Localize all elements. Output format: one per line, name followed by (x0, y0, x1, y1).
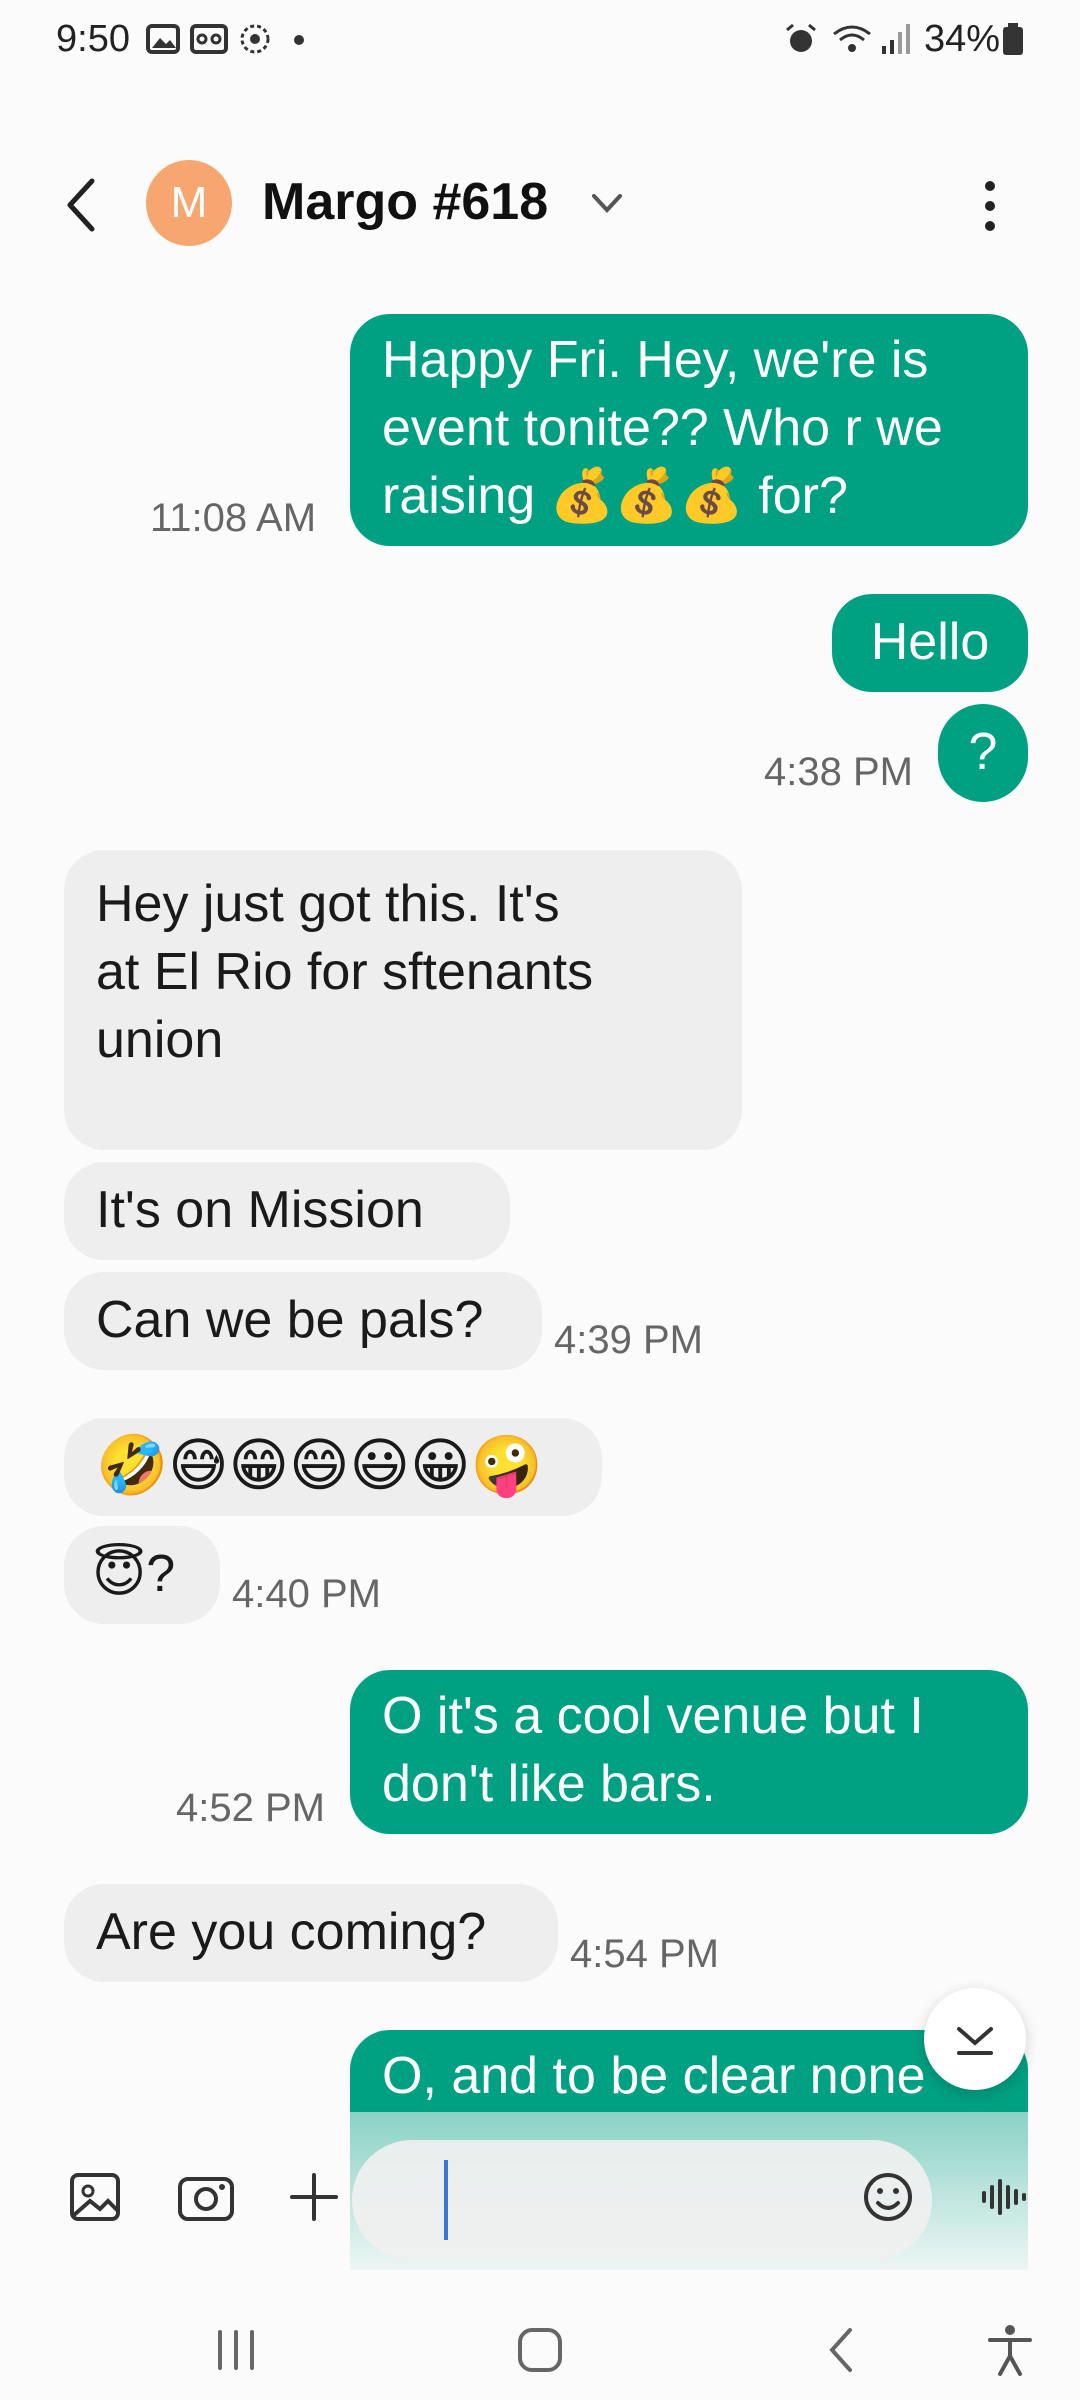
message-timestamp: 4:38 PM (764, 750, 913, 794)
message-text: ? (968, 723, 998, 781)
nav-back-button[interactable] (812, 2320, 872, 2380)
message-text: union (96, 1011, 224, 1069)
settings-notification-icon (240, 24, 270, 54)
message-text: Hey just got this. It's (96, 875, 560, 933)
accessibility-icon[interactable] (980, 2320, 1040, 2380)
voice-record-button[interactable] (972, 2165, 1036, 2229)
message-text: raising 💰💰💰 for? (382, 467, 848, 525)
message-bubble-outgoing[interactable]: Hello (832, 594, 1028, 692)
text-caret (444, 2160, 448, 2240)
message-text: Can we be pals? (96, 1291, 484, 1349)
message-text: O it's a cool venue but I (382, 1687, 924, 1745)
home-button[interactable] (510, 2320, 570, 2380)
message-bubble-incoming[interactable]: Are you coming? (64, 1884, 558, 1982)
scroll-down-icon (957, 2027, 993, 2055)
message-bubble-outgoing[interactable]: O it's a cool venue but I don't like bar… (350, 1670, 1028, 1834)
add-attachment-button[interactable] (282, 2165, 346, 2229)
message-text: It's on Mission (96, 1181, 424, 1239)
more-options-button[interactable] (970, 178, 1010, 234)
message-text: don't like bars. (382, 1755, 716, 1813)
status-time: 9:50 (56, 18, 130, 60)
compose-bar (0, 2140, 1080, 2260)
message-text: Happy Fri. Hey, we're is (382, 331, 929, 389)
message-bubble-incoming[interactable]: Hey just got this. It's at El Rio for sf… (64, 850, 742, 1150)
message-bubble-incoming[interactable]: 😇? (64, 1526, 220, 1624)
chevron-down-icon[interactable] (590, 188, 624, 218)
message-bubble-incoming[interactable]: It's on Mission (64, 1162, 510, 1260)
message-timestamp: 11:08 AM (150, 496, 317, 540)
alarm-icon (786, 23, 816, 52)
avatar[interactable]: M (146, 160, 232, 246)
message-bubble-incoming[interactable]: 🤣😅😁😄😃😀🤪 (64, 1418, 602, 1516)
message-text: at El Rio for sftenants (96, 943, 594, 1001)
dot-notification-icon (294, 35, 304, 45)
battery-icon (1003, 23, 1023, 55)
message-timestamp: 4:40 PM (232, 1572, 381, 1616)
status-bar: 9:50 34% (0, 0, 1080, 80)
emoji-button[interactable] (856, 2165, 920, 2229)
scroll-to-bottom-button[interactable] (924, 1988, 1026, 2090)
back-button[interactable] (58, 175, 108, 235)
message-timestamp: 4:52 PM (176, 1786, 325, 1830)
message-text: O, and to be clear none (382, 2047, 926, 2105)
message-text: 😇? (92, 1545, 176, 1603)
message-timestamp: 4:39 PM (554, 1318, 703, 1362)
message-bubble-outgoing[interactable]: ? (938, 704, 1028, 802)
message-input[interactable] (352, 2140, 932, 2260)
message-text: Are you coming? (96, 1903, 487, 1961)
message-timestamp: 4:54 PM (570, 1932, 719, 1976)
message-text: event tonite?? Who r we (382, 399, 943, 457)
recent-apps-button[interactable] (206, 2320, 266, 2380)
message-bubble-incoming[interactable]: Can we be pals? (64, 1272, 542, 1370)
camera-button[interactable] (174, 2165, 238, 2229)
conversation-header: M Margo #618 (0, 150, 1080, 260)
gallery-notification-icon (146, 24, 180, 54)
wifi-icon (833, 25, 871, 52)
signal-icon (882, 24, 910, 54)
message-bubble-outgoing[interactable]: Happy Fri. Hey, we're is event tonite?? … (350, 314, 1028, 546)
message-text: 🤣😅😁😄😃😀🤪 (96, 1433, 543, 1498)
battery-percent: 34% (923, 18, 1000, 60)
system-nav-bar (0, 2290, 1080, 2400)
voicemail-notification-icon (190, 24, 228, 54)
gallery-button[interactable] (64, 2165, 128, 2229)
contact-name[interactable]: Margo #618 (262, 172, 548, 232)
message-text: Hello (870, 613, 990, 671)
